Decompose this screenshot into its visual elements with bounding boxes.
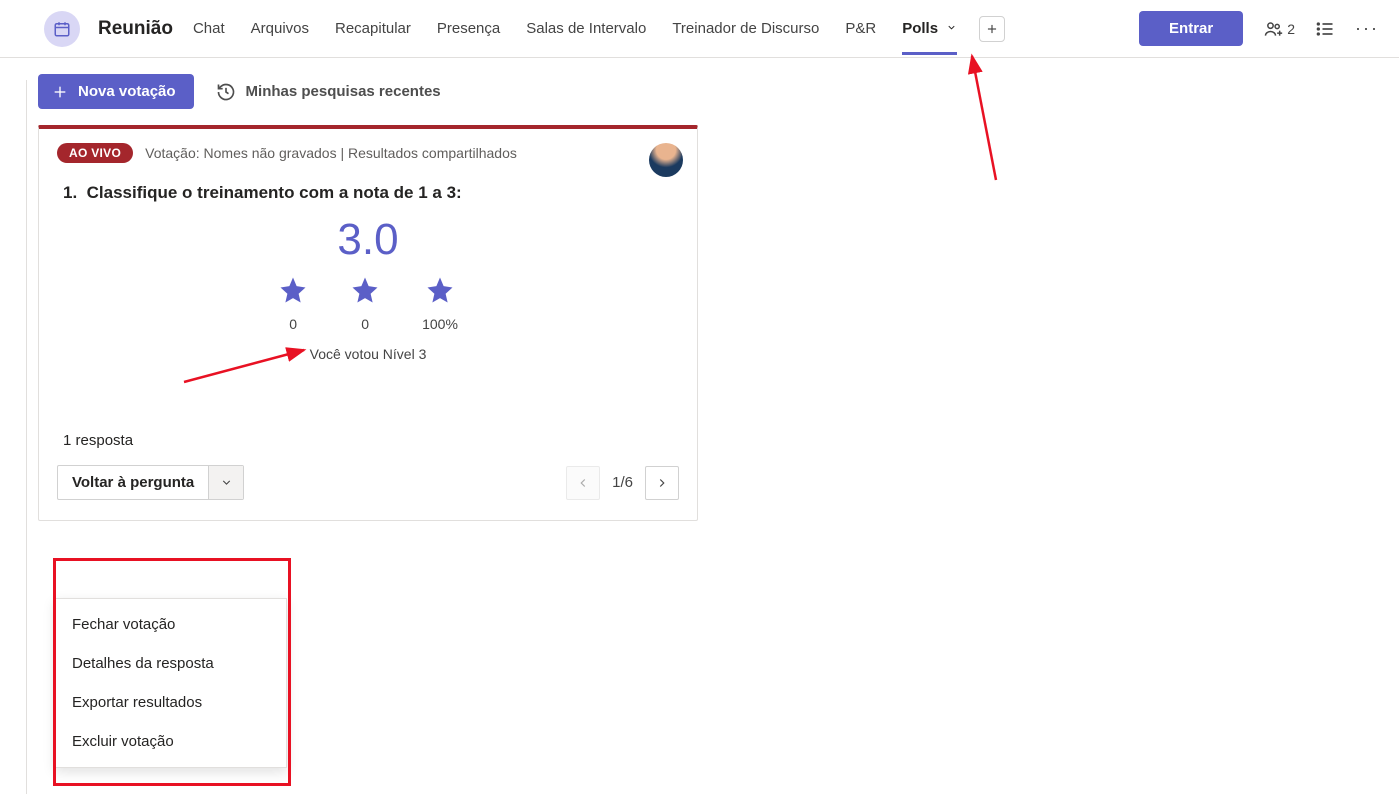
calendar-icon <box>44 11 80 47</box>
back-to-question-button[interactable]: Voltar à pergunta <box>58 466 209 499</box>
star-icon <box>425 275 455 305</box>
back-to-question-dropdown[interactable] <box>209 466 243 499</box>
new-poll-label: Nova votação <box>78 83 176 100</box>
header-actions: Entrar 2 ··· <box>1139 11 1379 46</box>
pager-text: 1/6 <box>608 474 637 491</box>
add-tab-button[interactable] <box>979 16 1005 42</box>
tab-chat[interactable]: Chat <box>193 3 225 54</box>
stars-row: 0 0 100% <box>39 275 697 332</box>
recent-polls-button[interactable]: Minhas pesquisas recentes <box>216 82 441 102</box>
poll-meta: Votação: Nomes não gravados | Resultados… <box>145 145 679 161</box>
tab-recapitular[interactable]: Recapitular <box>335 3 411 54</box>
you-voted-text: Você votou Nível 3 <box>39 346 697 362</box>
avatar <box>649 143 683 177</box>
participants-count: 2 <box>1287 21 1295 37</box>
pager-next-button[interactable] <box>645 466 679 500</box>
star-2-pct: 0 <box>350 316 380 332</box>
menu-close-poll[interactable]: Fechar votação <box>56 605 286 644</box>
tab-polls-label: Polls <box>902 20 938 37</box>
people-icon <box>1263 19 1283 39</box>
menu-response-details[interactable]: Detalhes da resposta <box>56 644 286 683</box>
polls-toolbar: Nova votação Minhas pesquisas recentes <box>0 58 1399 125</box>
meeting-title: Reunião <box>98 18 173 40</box>
divider <box>26 80 27 794</box>
star-icon <box>278 275 308 305</box>
back-to-question-split-button: Voltar à pergunta <box>57 465 244 500</box>
tab-polls[interactable]: Polls <box>902 3 957 54</box>
history-icon <box>216 82 236 102</box>
tab-arquivos[interactable]: Arquivos <box>251 3 309 54</box>
chevron-right-icon <box>655 476 669 490</box>
poll-actions-menu: Fechar votação Detalhes da resposta Expo… <box>55 598 287 768</box>
join-button[interactable]: Entrar <box>1139 11 1243 46</box>
menu-export-results[interactable]: Exportar resultados <box>56 683 286 722</box>
menu-delete-poll[interactable]: Excluir votação <box>56 722 286 761</box>
tab-treinador[interactable]: Treinador de Discurso <box>672 3 819 54</box>
star-1-pct: 0 <box>278 316 308 332</box>
responses-count: 1 resposta <box>39 362 697 465</box>
pager-prev-button[interactable] <box>566 466 600 500</box>
tab-salas[interactable]: Salas de Intervalo <box>526 3 646 54</box>
more-options-button[interactable]: ··· <box>1355 18 1379 39</box>
new-poll-button[interactable]: Nova votação <box>38 74 194 109</box>
question-number: 1. <box>63 183 77 202</box>
star-3-pct: 100% <box>422 316 458 332</box>
poll-card-header: AO VIVO Votação: Nomes não gravados | Re… <box>39 129 697 171</box>
recent-polls-label: Minhas pesquisas recentes <box>246 83 441 100</box>
list-icon[interactable] <box>1315 19 1335 39</box>
tab-presenca[interactable]: Presença <box>437 3 500 54</box>
rating-score: 3.0 <box>39 215 697 265</box>
pager: 1/6 <box>566 466 679 500</box>
chevron-down-icon <box>220 476 233 489</box>
chevron-down-icon <box>946 20 957 37</box>
meeting-header: Reunião Chat Arquivos Recapitular Presen… <box>0 0 1399 58</box>
poll-card: AO VIVO Votação: Nomes não gravados | Re… <box>38 125 698 521</box>
chevron-left-icon <box>576 476 590 490</box>
star-2: 0 <box>350 275 380 332</box>
poll-question: 1. Classifique o treinamento com a nota … <box>39 171 697 211</box>
tab-pr[interactable]: P&R <box>845 3 876 54</box>
poll-footer: Voltar à pergunta 1/6 <box>39 465 697 520</box>
star-icon <box>350 275 380 305</box>
star-3: 100% <box>422 275 458 332</box>
live-badge: AO VIVO <box>57 143 133 163</box>
star-1: 0 <box>278 275 308 332</box>
tabs-row: Chat Arquivos Recapitular Presença Salas… <box>193 3 1131 54</box>
participants-button[interactable]: 2 <box>1263 19 1295 39</box>
plus-icon <box>52 84 68 100</box>
question-text: Classifique o treinamento com a nota de … <box>87 183 462 202</box>
